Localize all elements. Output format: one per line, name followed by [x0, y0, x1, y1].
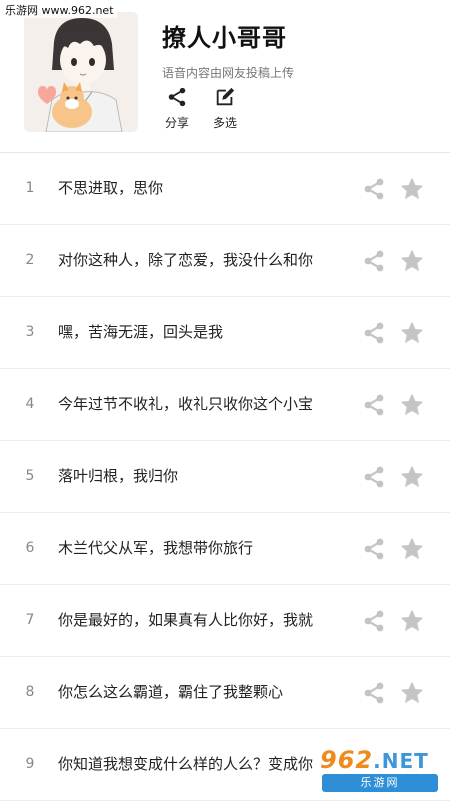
list-item[interactable]: 7 你是最好的，如果真有人比你好，我就 — [0, 585, 450, 657]
share-icon — [168, 87, 186, 107]
item-number: 6 — [25, 540, 35, 556]
item-text: 对你这种人，除了恋爱，我没什么和你 — [58, 251, 314, 269]
item-text: 不思进取，思你 — [58, 179, 164, 197]
item-number: 4 — [25, 396, 35, 412]
badge-site-name: 乐游网 — [322, 774, 438, 792]
star-icon[interactable] — [399, 608, 425, 634]
share-icon[interactable] — [362, 393, 386, 417]
list-item[interactable]: 6 木兰代父从军，我想带你旅行 — [0, 513, 450, 585]
badge-tld: .NET — [373, 749, 429, 773]
share-label: 分享 — [164, 116, 189, 130]
item-number: 1 — [25, 180, 35, 196]
star-icon[interactable] — [399, 320, 425, 346]
item-text: 你是最好的，如果真有人比你好，我就 — [58, 611, 314, 629]
share-icon[interactable] — [362, 609, 386, 633]
star-icon[interactable] — [399, 464, 425, 490]
list-item[interactable]: 3 嘿，苦海无涯，回头是我 — [0, 297, 450, 369]
album-cover-image — [24, 12, 138, 132]
site-logo-badge: 962.NET 乐游网 — [314, 744, 446, 796]
item-number: 7 — [25, 612, 35, 628]
item-number: 2 — [25, 252, 35, 268]
star-icon[interactable] — [399, 248, 425, 274]
item-text: 嘿，苦海无涯，回头是我 — [58, 323, 224, 341]
share-icon[interactable] — [362, 465, 386, 489]
list-item[interactable]: 2 对你这种人，除了恋爱，我没什么和你 — [0, 225, 450, 297]
item-number: 9 — [25, 756, 35, 772]
item-number: 3 — [25, 324, 35, 340]
multiselect-label: 多选 — [212, 116, 237, 130]
list-item[interactable]: 1 不思进取，思你 — [0, 153, 450, 225]
star-icon[interactable] — [399, 392, 425, 418]
item-text: 今年过节不收礼，收礼只收你这个小宝 — [58, 395, 314, 413]
voice-list: 1 不思进取，思你 2 对你这种人，除了恋爱，我没什么和你 3 嘿，苦海无涯，回… — [0, 153, 450, 801]
share-icon[interactable] — [362, 249, 386, 273]
share-button[interactable]: 分享 — [162, 86, 192, 131]
share-icon[interactable] — [362, 681, 386, 705]
item-text: 落叶归根，我归你 — [58, 467, 179, 485]
star-icon[interactable] — [399, 680, 425, 706]
list-item[interactable]: 5 落叶归根，我归你 — [0, 441, 450, 513]
album-header: 撩人小哥哥 语音内容由网友投稿上传 分享 多选 — [0, 0, 450, 153]
item-text: 你知道我想变成什么样的人么？变成你 — [58, 755, 314, 773]
share-icon[interactable] — [362, 177, 386, 201]
item-number: 8 — [25, 684, 35, 700]
badge-number: 962.NET — [320, 746, 429, 774]
list-item[interactable]: 4 今年过节不收礼，收礼只收你这个小宝 — [0, 369, 450, 441]
badge-number-text: 962 — [320, 746, 374, 774]
item-text: 木兰代父从军，我想带你旅行 — [58, 539, 254, 557]
album-subtitle: 语音内容由网友投稿上传 — [162, 66, 295, 80]
share-icon[interactable] — [362, 321, 386, 345]
share-icon[interactable] — [362, 537, 386, 561]
album-actions: 分享 多选 — [162, 86, 240, 131]
multiselect-button[interactable]: 多选 — [210, 86, 240, 131]
list-item[interactable]: 8 你怎么这么霸道，霸住了我整颗心 — [0, 657, 450, 729]
item-number: 5 — [25, 468, 35, 484]
edit-icon — [216, 87, 235, 106]
site-watermark: 乐游网 www.962.net — [2, 2, 117, 18]
star-icon[interactable] — [399, 176, 425, 202]
item-text: 你怎么这么霸道，霸住了我整颗心 — [58, 683, 284, 701]
album-title: 撩人小哥哥 — [162, 24, 287, 52]
star-icon[interactable] — [399, 536, 425, 562]
